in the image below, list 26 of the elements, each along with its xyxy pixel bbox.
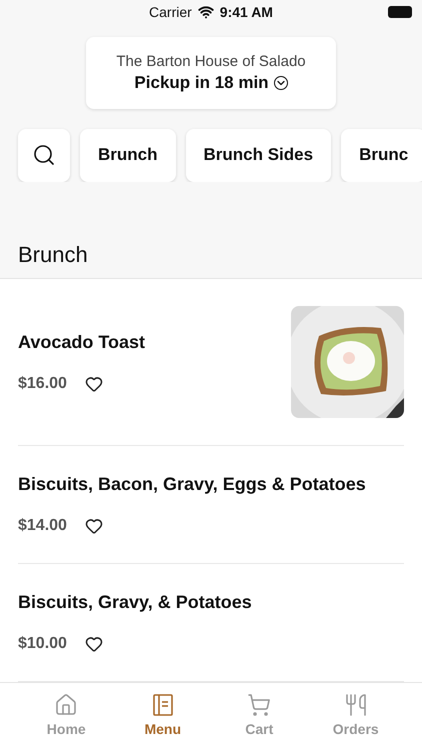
favorite-icon[interactable] — [84, 517, 103, 536]
pickup-location-button[interactable]: The Barton House of Salado Pickup in 18 min — [86, 36, 336, 109]
item-name: Avocado Toast — [18, 332, 146, 353]
item-price: $16.00 — [18, 374, 67, 393]
item-price: $10.00 — [18, 635, 67, 654]
home-icon — [54, 693, 78, 718]
carrier-name: Carrier — [149, 4, 192, 20]
category-chip[interactable]: Brunch — [80, 128, 176, 182]
utensils-icon — [344, 693, 368, 718]
category-chip[interactable]: Brunc — [341, 128, 422, 182]
tab-bar-item[interactable]: Menu — [122, 683, 203, 750]
item-price: $14.00 — [18, 517, 67, 536]
item-name: Biscuits, Gravy, & Potatoes — [18, 592, 252, 614]
cart-icon — [247, 693, 272, 718]
favorite-icon[interactable] — [84, 374, 103, 393]
menu-book-icon — [150, 693, 175, 718]
section-heading: Brunch — [17, 241, 89, 270]
battery-icon — [388, 6, 412, 18]
favorite-icon[interactable] — [84, 635, 103, 654]
chevron-circle-icon — [274, 76, 288, 90]
search-button[interactable] — [18, 128, 70, 182]
item-name: Biscuits, Bacon, Gravy, Eggs & Potatoes — [18, 474, 366, 496]
clock-time: 9:41 AM — [220, 4, 273, 20]
category-chip[interactable]: Brunch Sides — [186, 128, 332, 182]
search-icon — [32, 143, 56, 168]
wifi-icon — [198, 4, 214, 20]
